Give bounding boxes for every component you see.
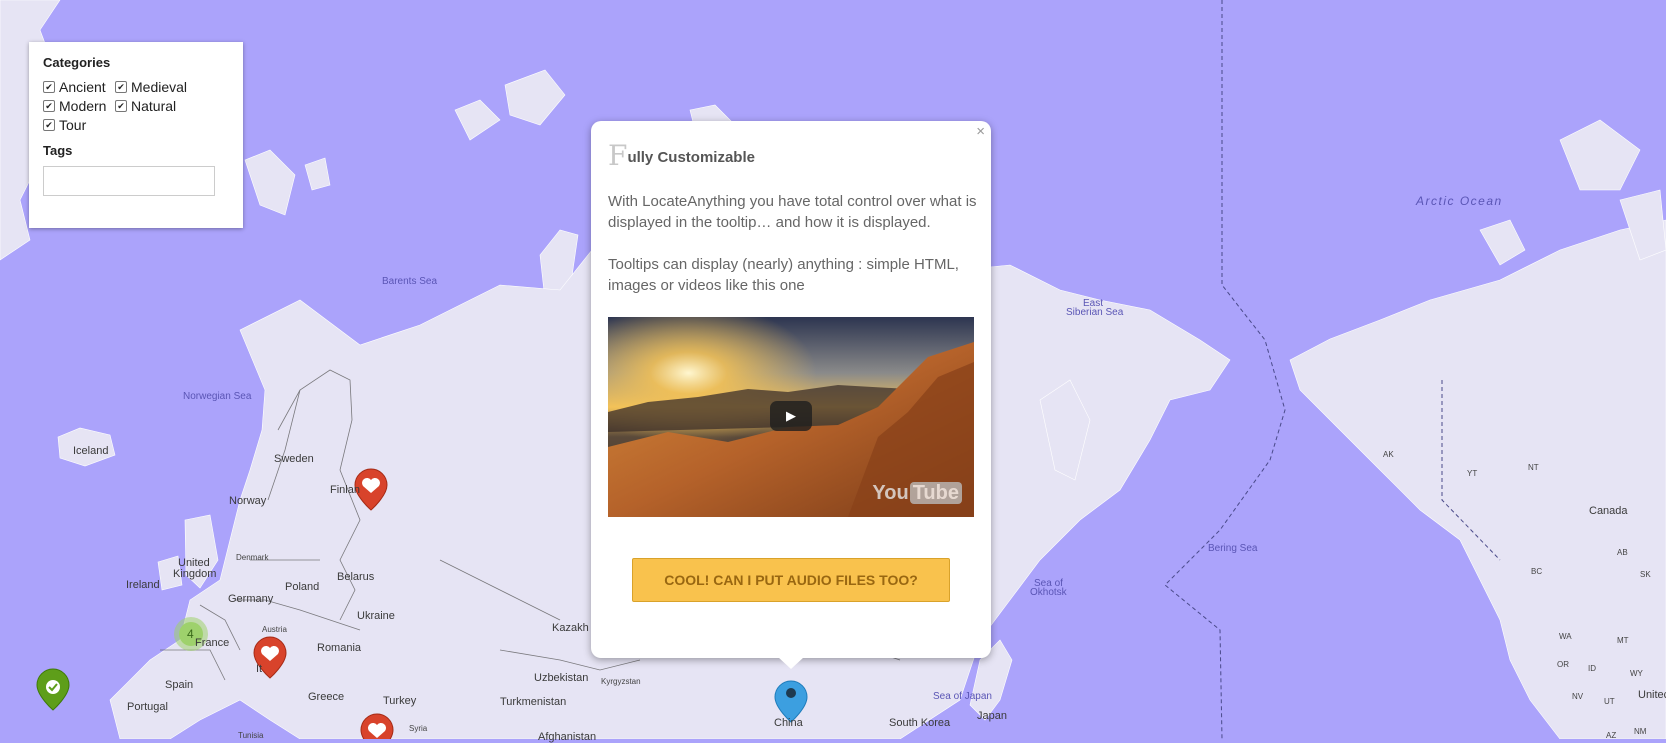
label-east-siberian-sea-2: Siberian Sea <box>1066 307 1124 318</box>
label-belarus: Belarus <box>337 571 375 583</box>
category-ancient-label: Ancient <box>59 78 106 95</box>
label-wa: WA <box>1559 632 1572 641</box>
category-modern-label: Modern <box>59 97 107 114</box>
checkbox-natural[interactable]: ✔ <box>115 99 127 112</box>
label-norwegian-sea: Norwegian Sea <box>183 391 252 402</box>
label-finland: Finlan <box>330 484 360 496</box>
popup-title-text: ully Customizable <box>627 149 755 166</box>
label-portugal: Portugal <box>127 701 168 713</box>
label-norway: Norway <box>229 495 267 507</box>
info-popup: × Fully Customizable With LocateAnything… <box>591 121 991 658</box>
label-kazakhstan: Kazakh <box>552 622 589 634</box>
label-sea-of-okhotsk-2: Okhotsk <box>1030 587 1067 598</box>
label-germany: Germany <box>228 593 274 605</box>
cluster-count[interactable]: 4 <box>187 627 194 641</box>
label-united-kingdom-2: Kingdom <box>173 568 217 580</box>
label-ab: AB <box>1617 548 1628 557</box>
play-icon[interactable]: ▶ <box>770 401 812 431</box>
category-medieval[interactable]: ✔ Medieval <box>115 78 215 95</box>
label-syria: Syria <box>409 724 428 733</box>
label-nm: NM <box>1634 727 1647 736</box>
label-kyrgyzstan: Kyrgyzstan <box>601 677 641 686</box>
popup-paragraph-1: With LocateAnything you have total contr… <box>608 193 977 231</box>
label-id: ID <box>1588 664 1596 673</box>
category-tour[interactable]: ✔ Tour <box>43 116 115 133</box>
tags-heading: Tags <box>43 143 73 158</box>
label-china: China <box>774 717 803 729</box>
label-poland: Poland <box>285 581 320 593</box>
label-romania: Romania <box>317 642 362 654</box>
youtube-logo-you: You <box>872 482 909 504</box>
filter-panel: Categories ✔ Ancient ✔ Medieval ✔ Modern ✔ N… <box>29 42 243 228</box>
category-tour-label: Tour <box>59 116 87 133</box>
label-sea-of-japan: Sea of Japan <box>933 691 992 702</box>
popup-title: Fully Customizable <box>608 139 755 172</box>
label-bc: BC <box>1531 567 1543 576</box>
label-italy: It <box>256 663 263 675</box>
label-canada: Canada <box>1589 505 1628 517</box>
label-arctic-ocean: Arctic Ocean <box>1416 194 1503 208</box>
label-mt: MT <box>1617 636 1629 645</box>
checkbox-medieval[interactable]: ✔ <box>115 80 127 93</box>
label-wy: WY <box>1630 669 1643 678</box>
popup-title-dropcap: F <box>608 139 628 172</box>
category-natural[interactable]: ✔ Natural <box>115 97 215 114</box>
label-denmark: Denmark <box>236 553 269 562</box>
category-ancient[interactable]: ✔ Ancient <box>43 78 115 95</box>
label-sk: SK <box>1640 570 1651 579</box>
label-japan: Japan <box>977 710 1007 722</box>
label-france: France <box>195 637 230 649</box>
checkbox-modern[interactable]: ✔ <box>43 99 55 112</box>
categories-list: ✔ Ancient ✔ Medieval ✔ Modern ✔ Natural ✔ Tou… <box>43 78 229 133</box>
audio-files-button[interactable]: COOL! CAN I PUT AUDIO FILES TOO? <box>632 558 950 602</box>
label-ak: AK <box>1383 450 1394 459</box>
youtube-video[interactable]: ▶ You Tube <box>608 317 974 517</box>
label-iceland: Iceland <box>73 445 109 457</box>
youtube-logo: You Tube <box>872 482 962 505</box>
popup-paragraph-2: Tooltips can display (nearly) anything :… <box>608 256 959 294</box>
label-nt: NT <box>1528 463 1539 472</box>
popup-pointer <box>778 657 804 669</box>
label-spain: Spain <box>165 679 194 691</box>
label-south-korea: South Korea <box>889 717 951 729</box>
label-or: OR <box>1557 660 1569 669</box>
close-icon[interactable]: × <box>976 123 985 140</box>
label-united-states: Unitec <box>1638 689 1666 701</box>
label-nv: NV <box>1572 692 1584 701</box>
label-barents-sea: Barents Sea <box>382 276 438 287</box>
checkbox-ancient[interactable]: ✔ <box>43 80 55 93</box>
label-bering-sea: Bering Sea <box>1208 543 1258 554</box>
label-uzbekistan: Uzbekistan <box>534 672 589 684</box>
label-greece: Greece <box>308 691 345 703</box>
tags-input[interactable] <box>43 166 215 196</box>
marker-portugal[interactable] <box>36 668 70 711</box>
category-modern[interactable]: ✔ Modern <box>43 97 115 114</box>
label-afghanistan: Afghanistan <box>538 731 597 743</box>
youtube-logo-tube: Tube <box>909 482 962 504</box>
checkbox-tour[interactable]: ✔ <box>43 118 55 131</box>
label-yt: YT <box>1467 469 1478 478</box>
label-ukraine: Ukraine <box>357 610 395 622</box>
label-turkmenistan: Turkmenistan <box>500 696 567 708</box>
label-sweden: Sweden <box>274 453 314 465</box>
label-ireland: Ireland <box>126 579 160 591</box>
label-turkey: Turkey <box>383 695 417 707</box>
label-austria: Austria <box>262 625 287 634</box>
categories-heading: Categories <box>43 55 111 70</box>
label-ut: UT <box>1604 697 1615 706</box>
category-natural-label: Natural <box>131 97 177 114</box>
category-medieval-label: Medieval <box>131 78 188 95</box>
